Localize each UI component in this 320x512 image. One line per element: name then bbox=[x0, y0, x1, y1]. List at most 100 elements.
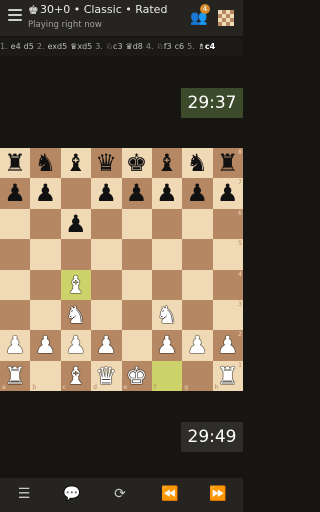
board-icon[interactable] bbox=[218, 10, 234, 26]
move-black[interactable]: ♛xd5 bbox=[70, 42, 92, 51]
square-a6[interactable] bbox=[0, 208, 31, 240]
move-black[interactable]: ♛d8 bbox=[126, 42, 143, 51]
square-c3[interactable]: ♞ bbox=[60, 299, 92, 331]
square-d8[interactable]: ♛ bbox=[91, 148, 122, 179]
square-c6[interactable]: ♟ bbox=[60, 208, 92, 240]
square-d1[interactable]: ♛ d bbox=[91, 360, 122, 391]
square-d7[interactable]: ♟ bbox=[91, 178, 122, 209]
square-h1[interactable]: ♜ 1 h bbox=[212, 360, 243, 391]
black-pawn-icon[interactable]: ♟ bbox=[61, 209, 91, 239]
square-e6[interactable] bbox=[121, 208, 152, 240]
square-g3[interactable] bbox=[182, 299, 213, 331]
square-a8[interactable]: ♜ bbox=[0, 148, 31, 179]
list-icon[interactable]: ☰ bbox=[12, 486, 36, 502]
white-knight-icon[interactable]: ♞ bbox=[61, 300, 91, 330]
square-h2[interactable]: ♟ 2 bbox=[212, 330, 243, 361]
black-pawn-icon[interactable]: ♟ bbox=[152, 178, 182, 208]
square-c2[interactable]: ♟ bbox=[60, 330, 92, 361]
square-f8[interactable]: ♝ bbox=[151, 148, 183, 179]
square-c4[interactable]: ♝ bbox=[60, 269, 92, 300]
next-icon[interactable]: ⏩ bbox=[206, 486, 230, 502]
square-a4[interactable] bbox=[0, 269, 31, 300]
square-e8[interactable]: ♚ bbox=[121, 148, 152, 179]
square-b8[interactable]: ♞ bbox=[30, 148, 61, 179]
white-pawn-icon[interactable]: ♟ bbox=[30, 330, 60, 360]
square-b1[interactable]: b bbox=[30, 360, 61, 391]
square-f2[interactable]: ♟ bbox=[151, 330, 183, 361]
white-pawn-icon[interactable]: ♟ bbox=[0, 330, 30, 360]
square-e7[interactable]: ♟ bbox=[121, 178, 152, 209]
square-d5[interactable] bbox=[91, 239, 122, 270]
square-f6[interactable] bbox=[151, 208, 183, 240]
square-b3[interactable] bbox=[30, 299, 61, 331]
square-e4[interactable] bbox=[121, 269, 152, 300]
prev-icon[interactable]: ⏪ bbox=[158, 486, 182, 502]
square-f5[interactable] bbox=[151, 239, 183, 270]
menu-icon[interactable] bbox=[8, 9, 22, 23]
black-pawn-icon[interactable]: ♟ bbox=[182, 178, 212, 208]
black-pawn-icon[interactable]: ♟ bbox=[122, 178, 152, 208]
square-h5[interactable]: 5 bbox=[212, 239, 243, 270]
square-b2[interactable]: ♟ bbox=[30, 330, 61, 361]
square-e3[interactable] bbox=[121, 299, 152, 331]
black-bishop-icon[interactable]: ♝ bbox=[152, 148, 182, 178]
square-h8[interactable]: ♜ 8 bbox=[212, 148, 243, 179]
square-f4[interactable] bbox=[151, 269, 183, 300]
square-e2[interactable] bbox=[121, 330, 152, 361]
move-black[interactable]: d5 bbox=[24, 42, 34, 51]
square-c1[interactable]: ♝ c bbox=[60, 360, 92, 391]
square-f3[interactable]: ♞ bbox=[151, 299, 183, 331]
black-rook-icon[interactable]: ♜ bbox=[0, 148, 30, 178]
square-b4[interactable] bbox=[30, 269, 61, 300]
square-a3[interactable] bbox=[0, 299, 31, 331]
square-d4[interactable] bbox=[91, 269, 122, 300]
white-pawn-icon[interactable]: ♟ bbox=[61, 330, 91, 360]
move-white[interactable]: ♘f3 bbox=[157, 42, 172, 51]
black-pawn-icon[interactable]: ♟ bbox=[30, 178, 60, 208]
chess-board[interactable]: ♜ ♞ ♝ ♛ ♚ ♝ ♞ ♜ 8 ♟ ♟ ♟ ♟ ♟ ♟ ♟ 7 ♟ 6 5 ♝ 4 ♞ ♞ 3 ♟ ♟ ♟ ♟ ♟ ♟ ♟ 2 ♜ a b ♝ c ♛ d… bbox=[0, 148, 243, 391]
square-a7[interactable]: ♟ bbox=[0, 178, 31, 209]
move-white[interactable]: e4 bbox=[11, 42, 21, 51]
square-c7[interactable] bbox=[60, 178, 92, 209]
square-b7[interactable]: ♟ bbox=[30, 178, 61, 209]
square-a5[interactable] bbox=[0, 239, 31, 270]
square-c8[interactable]: ♝ bbox=[60, 148, 92, 179]
black-pawn-icon[interactable]: ♟ bbox=[0, 178, 30, 208]
square-f7[interactable]: ♟ bbox=[151, 178, 183, 209]
square-g4[interactable] bbox=[182, 269, 213, 300]
square-g8[interactable]: ♞ bbox=[182, 148, 213, 179]
square-g2[interactable]: ♟ bbox=[182, 330, 213, 361]
square-h6[interactable]: 6 bbox=[212, 208, 243, 240]
white-pawn-icon[interactable]: ♟ bbox=[91, 330, 121, 360]
square-b5[interactable] bbox=[30, 239, 61, 270]
square-a2[interactable]: ♟ bbox=[0, 330, 31, 361]
white-knight-icon[interactable]: ♞ bbox=[152, 300, 182, 330]
square-h3[interactable]: 3 bbox=[212, 299, 243, 331]
black-queen-icon[interactable]: ♛ bbox=[91, 148, 121, 178]
square-g5[interactable] bbox=[182, 239, 213, 270]
white-pawn-icon[interactable]: ♟ bbox=[182, 330, 212, 360]
square-h7[interactable]: ♟ 7 bbox=[212, 178, 243, 209]
chat-icon[interactable]: 💬 bbox=[60, 486, 84, 502]
move-list[interactable]: 1. e4 d5 2. exd5 ♛xd5 3. ♘c3 ♛d8 4. ♘f3 c6 5. ♗c4 bbox=[0, 38, 243, 56]
square-a1[interactable]: ♜ a bbox=[0, 360, 31, 391]
white-bishop-icon[interactable]: ♝ bbox=[61, 270, 91, 300]
move-black[interactable]: c6 bbox=[175, 42, 185, 51]
square-g7[interactable]: ♟ bbox=[182, 178, 213, 209]
square-e5[interactable] bbox=[121, 239, 152, 270]
square-g1[interactable]: g bbox=[182, 360, 213, 391]
flip-icon[interactable]: ⟳ bbox=[108, 486, 132, 502]
black-bishop-icon[interactable]: ♝ bbox=[61, 148, 91, 178]
white-pawn-icon[interactable]: ♟ bbox=[152, 330, 182, 360]
move-white[interactable]: ♘c3 bbox=[106, 42, 123, 51]
square-d2[interactable]: ♟ bbox=[91, 330, 122, 361]
square-d6[interactable] bbox=[91, 208, 122, 240]
square-g6[interactable] bbox=[182, 208, 213, 240]
black-king-icon[interactable]: ♚ bbox=[122, 148, 152, 178]
square-c5[interactable] bbox=[60, 239, 92, 270]
move-white[interactable]: exd5 bbox=[47, 42, 67, 51]
black-knight-icon[interactable]: ♞ bbox=[182, 148, 212, 178]
square-b6[interactable] bbox=[30, 208, 61, 240]
move-white[interactable]: ♗c4 bbox=[198, 42, 215, 51]
square-f1[interactable]: f bbox=[151, 360, 183, 391]
